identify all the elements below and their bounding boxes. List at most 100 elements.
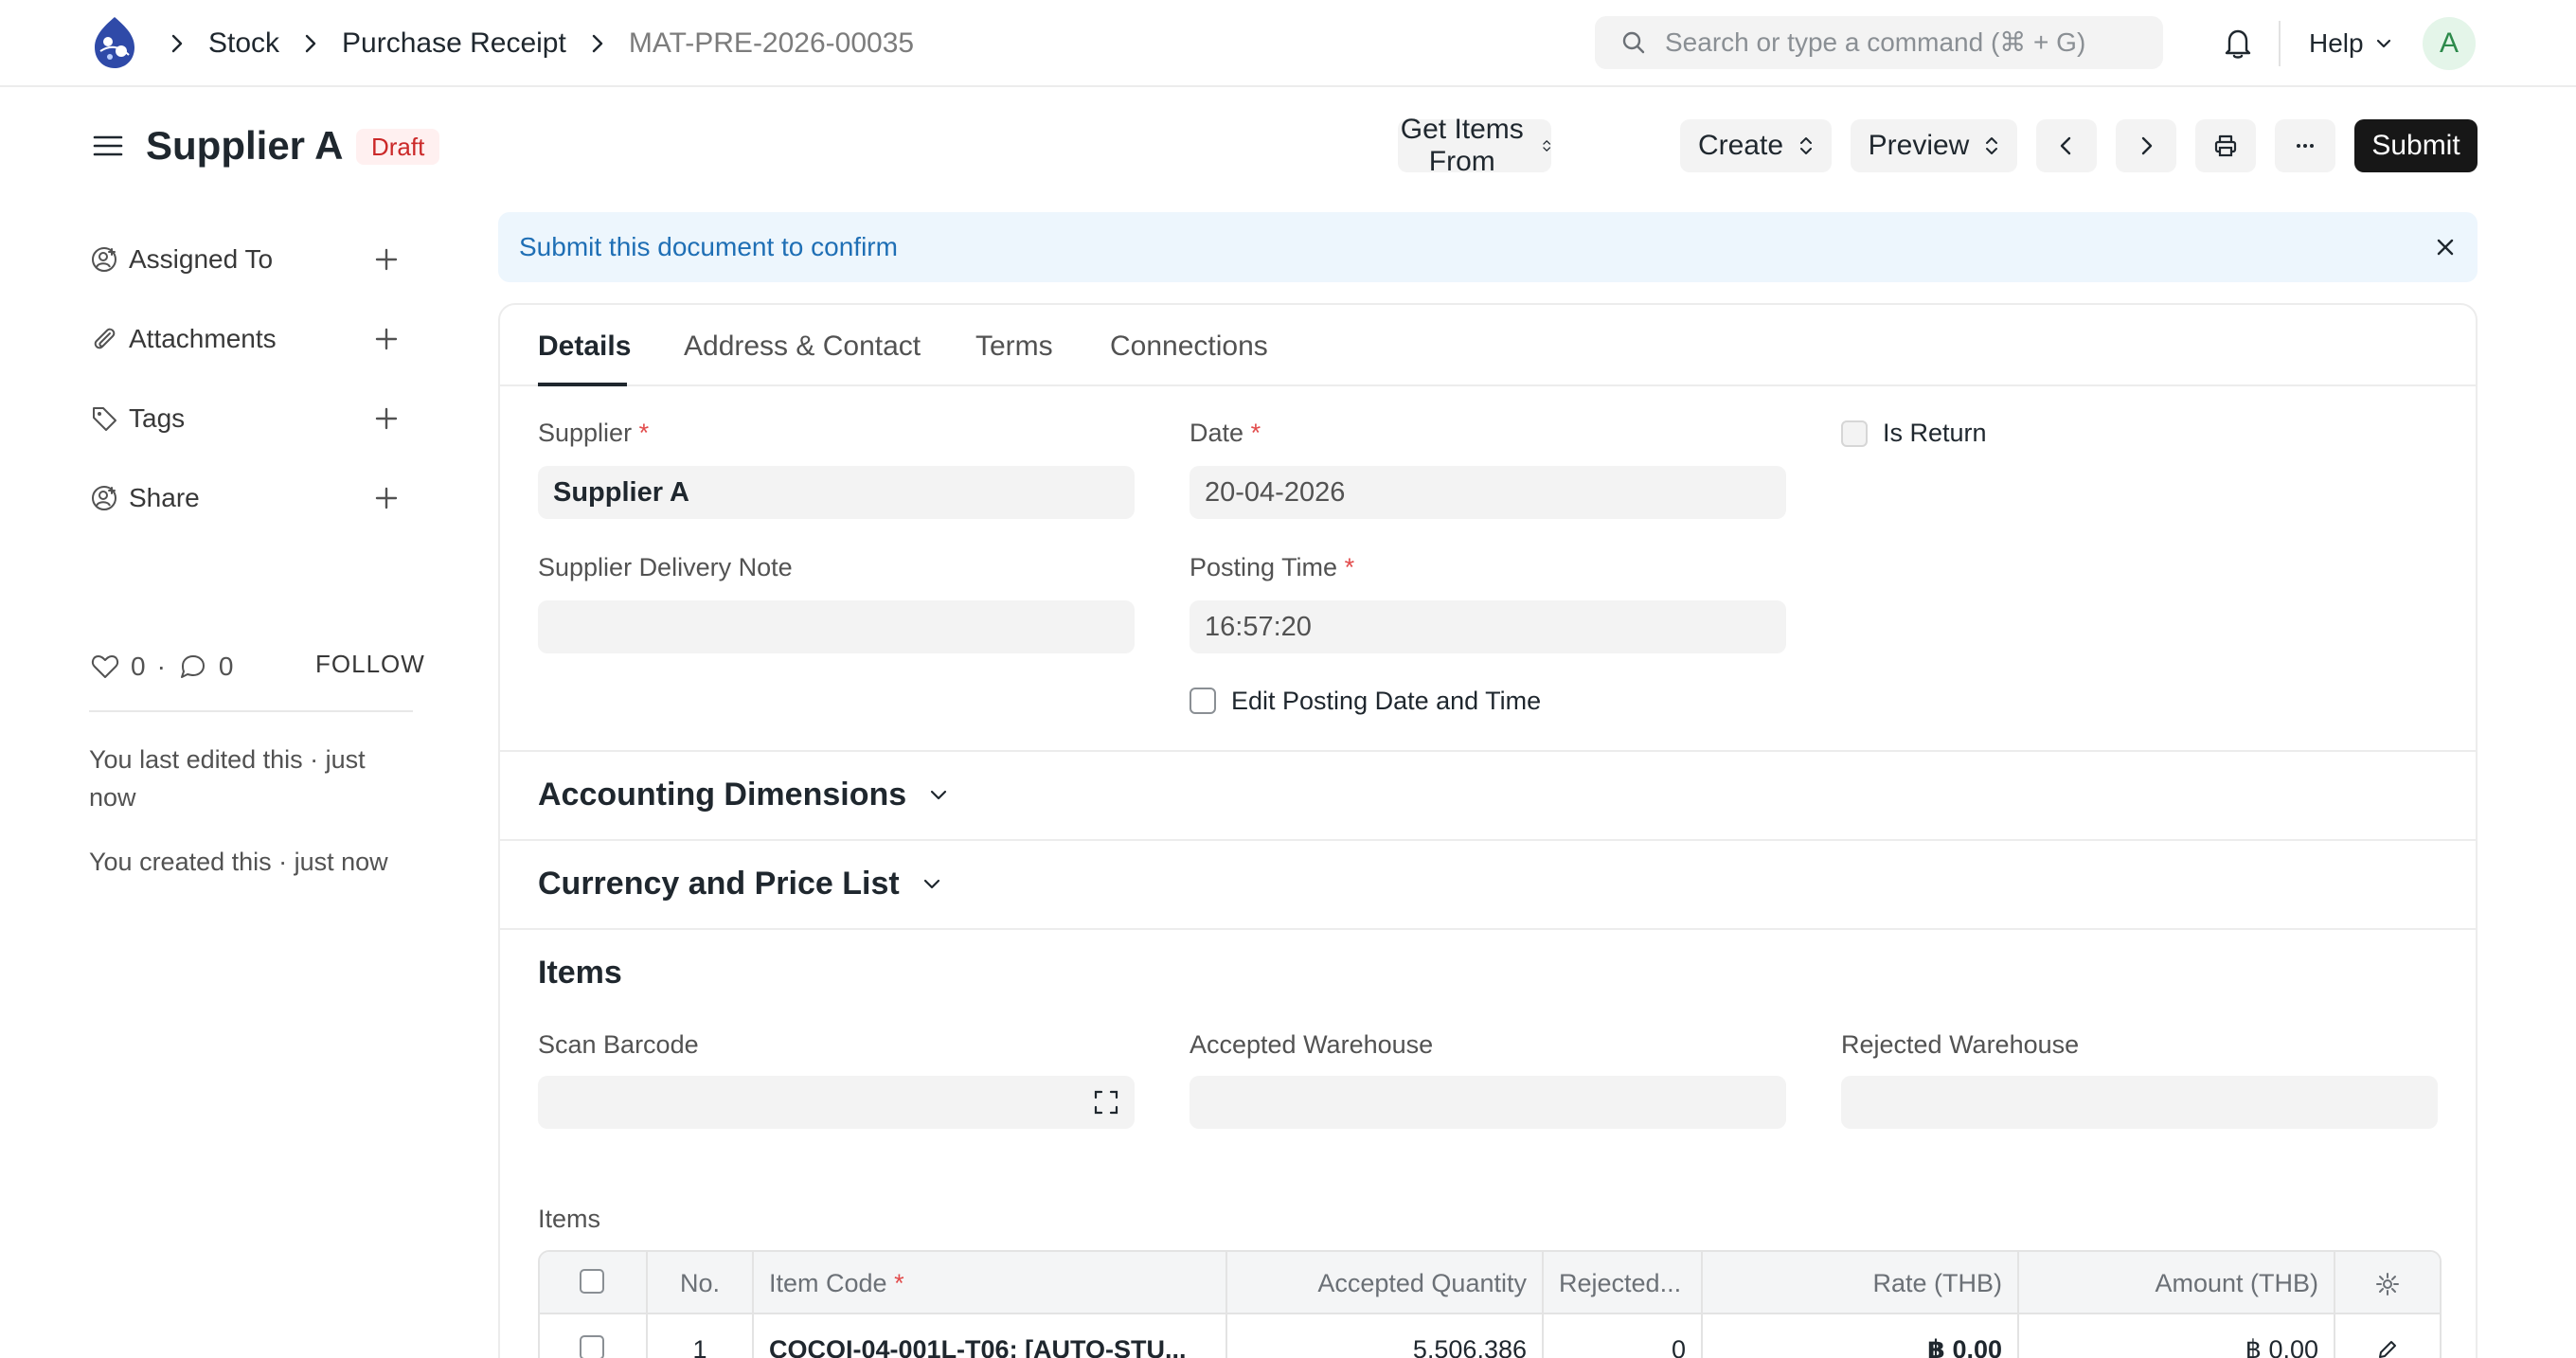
date-label: Date *	[1190, 419, 1261, 447]
chevron-right-icon	[2141, 136, 2153, 155]
plus-icon[interactable]	[371, 403, 402, 434]
submit-button[interactable]: Submit	[2354, 119, 2478, 172]
activity-created: You created this · just now	[89, 848, 388, 876]
more-actions-button[interactable]	[2275, 119, 2335, 172]
row-rejected-qty[interactable]: 0	[1544, 1314, 1703, 1358]
create-label: Create	[1697, 130, 1784, 161]
select-all-checkbox[interactable]	[580, 1269, 604, 1294]
section-title: Items	[538, 954, 622, 991]
form-card: Details Address & Contact Terms Connecti…	[498, 303, 2478, 1358]
search-icon	[1622, 31, 1645, 54]
separator-dot: ·	[156, 652, 166, 681]
form-tabs: Details Address & Contact Terms Connecti…	[500, 305, 2476, 386]
accounting-dimensions-header[interactable]: Accounting Dimensions	[538, 773, 952, 816]
chevron-left-icon	[2060, 136, 2071, 155]
plus-icon[interactable]	[371, 483, 402, 513]
currency-price-list-header[interactable]: Currency and Price List	[538, 862, 945, 905]
sidebar-item-tags[interactable]: Tags	[89, 398, 402, 439]
sidebar-item-share[interactable]: Share	[89, 477, 402, 519]
tab-address-contact[interactable]: Address & Contact	[684, 330, 921, 364]
chevron-right-icon	[163, 29, 191, 58]
column-header-rate: Rate (THB)	[1703, 1252, 2019, 1314]
items-table-header: No. Item Code * Accepted Quantity Reject…	[540, 1252, 2440, 1314]
sidebar-toggle-icon[interactable]	[91, 129, 125, 163]
breadcrumb-stock[interactable]: Stock	[208, 27, 279, 60]
column-header-accepted-qty: Accepted Quantity	[1227, 1252, 1544, 1314]
row-edit-cell	[2335, 1314, 2440, 1358]
create-button[interactable]: Create	[1680, 119, 1832, 172]
edit-posting-checkbox[interactable]	[1190, 688, 1216, 714]
activity-last-edited: You last edited this · just now	[89, 745, 366, 812]
previous-document-button[interactable]	[2036, 119, 2097, 172]
plus-icon[interactable]	[371, 244, 402, 275]
tab-connections[interactable]: Connections	[1110, 330, 1268, 364]
rejected-warehouse-field[interactable]	[1841, 1076, 2438, 1129]
scan-barcode-field[interactable]	[538, 1076, 1135, 1129]
print-button[interactable]	[2195, 119, 2256, 172]
sidebar-item-label: Tags	[129, 403, 186, 433]
column-header-rejected-qty: Rejected...	[1544, 1252, 1703, 1314]
heart-icon[interactable]	[89, 651, 121, 683]
edit-pencil-icon[interactable]	[2375, 1337, 2400, 1358]
row-no: 1	[648, 1314, 754, 1358]
section-divider	[500, 750, 2476, 752]
status-badge: Draft	[356, 129, 440, 165]
row-item-code[interactable]: COCOI-04-001L-T06: [AUTO-STU...	[754, 1314, 1227, 1358]
awesomebar[interactable]	[1595, 16, 2163, 69]
get-items-from-button[interactable]: Get Items From	[1398, 114, 1551, 177]
navbar-divider	[2279, 21, 2281, 66]
active-tab-indicator	[538, 383, 627, 386]
updown-chevron-icon	[1986, 137, 1998, 154]
page-title: Supplier A	[146, 123, 344, 168]
row-rate[interactable]: ฿ 0.00	[1703, 1314, 2019, 1358]
tab-terms[interactable]: Terms	[975, 330, 1053, 364]
next-document-button[interactable]	[2116, 119, 2176, 172]
column-header-item-code: Item Code *	[754, 1252, 1227, 1314]
column-header-no: No.	[648, 1252, 754, 1314]
comment-icon[interactable]	[177, 651, 209, 683]
help-dropdown[interactable]: Help	[2309, 25, 2394, 63]
close-icon[interactable]	[2430, 232, 2460, 262]
breadcrumb-purchase-receipt[interactable]: Purchase Receipt	[342, 27, 566, 60]
edit-posting-label: Edit Posting Date and Time	[1231, 687, 1542, 715]
table-row[interactable]: 1 COCOI-04-001L-T06: [AUTO-STU... 5,506.…	[540, 1314, 2440, 1358]
posting-time-label: Posting Time *	[1190, 553, 1355, 581]
sidebar-divider	[89, 710, 413, 712]
user-avatar[interactable]: A	[2423, 17, 2476, 70]
search-input[interactable]	[1665, 27, 2157, 58]
notification-bell-icon[interactable]	[2220, 25, 2256, 61]
share-user-icon	[92, 486, 116, 510]
supplier-field[interactable]: Supplier A	[538, 466, 1135, 519]
posting-date-field[interactable]: 20-04-2026	[1190, 466, 1786, 519]
is-return-checkbox[interactable]	[1841, 420, 1868, 447]
sidebar-item-label: Attachments	[129, 324, 277, 353]
rejected-warehouse-label: Rejected Warehouse	[1841, 1030, 2080, 1059]
sidebar-item-assigned-to[interactable]: Assigned To	[89, 239, 402, 280]
is-return-label: Is Return	[1883, 419, 1987, 447]
tab-details[interactable]: Details	[538, 330, 631, 364]
scan-barcode-icon[interactable]	[1091, 1087, 1121, 1117]
plus-icon[interactable]	[371, 324, 402, 354]
sidebar-item-attachments[interactable]: Attachments	[89, 318, 402, 360]
supplier-delivery-note-label: Supplier Delivery Note	[538, 553, 793, 581]
posting-time-field[interactable]: 16:57:20	[1190, 600, 1786, 653]
preview-button[interactable]: Preview	[1851, 119, 2017, 172]
chevron-right-icon	[583, 29, 612, 58]
follow-button[interactable]: FOLLOW	[315, 650, 425, 679]
breadcrumb-current-document: MAT-PRE-2026-00035	[628, 27, 915, 59]
app-logo-icon[interactable]	[87, 13, 142, 72]
preview-label: Preview	[1868, 130, 1970, 161]
top-navbar: Stock Purchase Receipt MAT-PRE-2026-0003…	[0, 0, 2576, 87]
more-horizontal-icon	[2297, 144, 2314, 148]
column-header-amount: Amount (THB)	[2019, 1252, 2335, 1314]
chevron-down-icon	[923, 879, 939, 889]
gear-icon[interactable]	[2373, 1270, 2402, 1298]
items-table: No. Item Code * Accepted Quantity Reject…	[538, 1250, 2442, 1358]
accepted-warehouse-label: Accepted Warehouse	[1190, 1030, 1434, 1059]
supplier-delivery-note-field[interactable]	[538, 600, 1135, 653]
section-title: Currency and Price List	[538, 865, 900, 902]
accepted-warehouse-field[interactable]	[1190, 1076, 1786, 1129]
row-checkbox[interactable]	[580, 1335, 604, 1358]
row-accepted-qty[interactable]: 5,506.386	[1227, 1314, 1544, 1358]
chevron-right-icon	[296, 29, 325, 58]
